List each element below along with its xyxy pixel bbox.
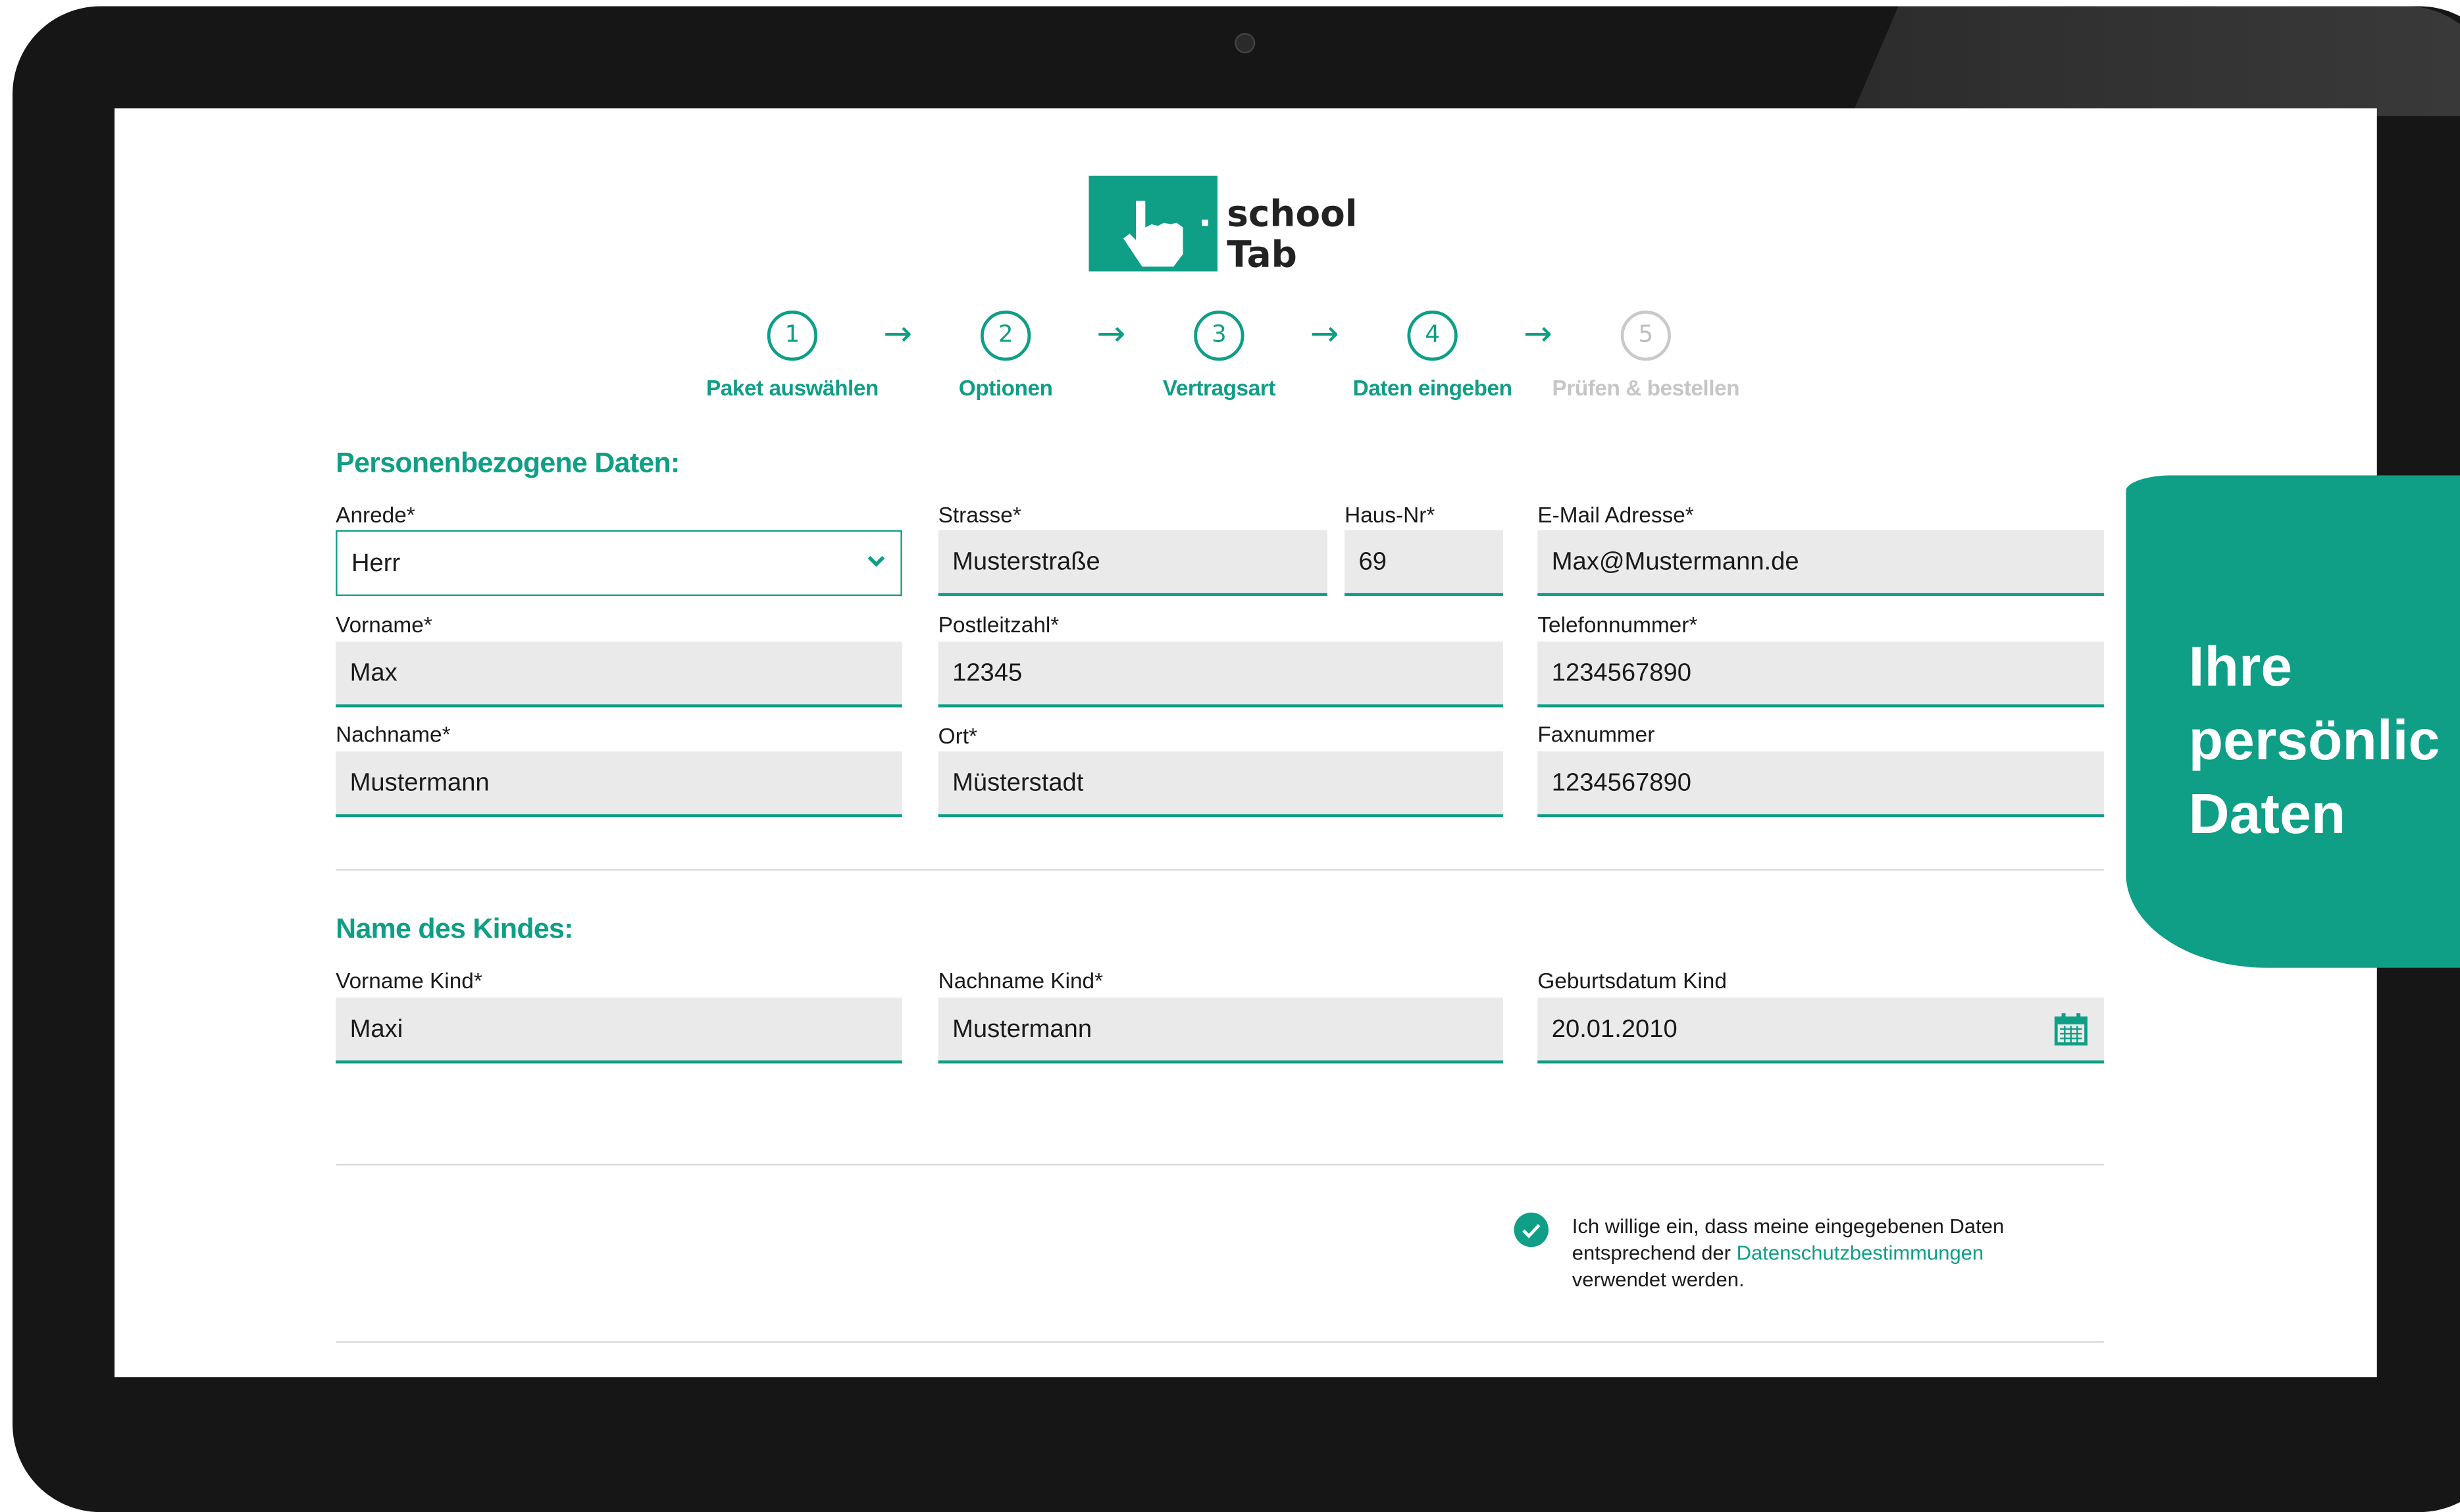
plz-label: Postleitzahl* <box>938 611 1060 637</box>
step-1[interactable]: 1 Paket auswählen <box>682 311 902 400</box>
section-divider <box>336 869 2104 871</box>
step-5-number: 5 <box>1620 311 1671 361</box>
geburtsdatum-input[interactable]: 20.01.2010 <box>1537 997 2104 1064</box>
vorname-label: Vorname* <box>336 611 432 637</box>
logo-line-2: Tab <box>1227 235 1297 276</box>
personal-data-heading: Personenbezogene Daten: <box>336 447 680 479</box>
strasse-input[interactable]: Musterstraße <box>938 530 1327 596</box>
step-5: 5 Prüfen & bestellen <box>1536 311 1756 400</box>
anrede-select[interactable]: Herr <box>336 530 902 596</box>
step-1-label: Paket auswählen <box>705 374 879 400</box>
hand-pointer-icon <box>1089 176 1217 272</box>
logo-wordmark: school Tab <box>1227 195 1357 276</box>
step-3-label: Vertragsart <box>1162 374 1275 400</box>
step-4-number: 4 <box>1407 311 1458 361</box>
stage: school Tab 1 Paket auswählen → 2 Optione… <box>0 0 2460 1512</box>
badge-text: Ihre persönlic Daten <box>2189 629 2440 850</box>
badge-line-1: Ihre <box>2188 634 2293 698</box>
schooltab-logo[interactable]: school Tab <box>1089 176 1358 276</box>
child-nachname-input[interactable]: Mustermann <box>938 997 1503 1064</box>
child-vorname-input[interactable]: Maxi <box>336 997 902 1064</box>
nachname-input[interactable]: Mustermann <box>336 751 902 818</box>
email-input[interactable]: Max@Mustermann.de <box>1537 530 2104 596</box>
section-divider <box>336 1341 2104 1343</box>
step-3-number: 3 <box>1194 311 1244 361</box>
consent-text: Ich willige ein, dass meine eingegebenen… <box>1572 1213 2074 1293</box>
consent-checkbox[interactable] <box>1514 1212 1549 1247</box>
calendar-icon[interactable] <box>2054 1012 2088 1046</box>
strasse-label: Strasse* <box>938 501 1021 528</box>
anrede-value: Herr <box>351 550 401 578</box>
badge-line-3: Daten <box>2188 781 2346 845</box>
child-nachname-label: Nachname Kind* <box>938 967 1104 994</box>
ort-input[interactable]: Müsterstadt <box>938 751 1503 818</box>
fax-label: Faxnummer <box>1537 721 1655 747</box>
nachname-label: Nachname* <box>336 721 451 747</box>
step-5-label: Prüfen & bestellen <box>1552 374 1740 400</box>
step-2-label: Optionen <box>958 374 1053 400</box>
hausnr-input[interactable]: 69 <box>1345 530 1503 596</box>
step-2[interactable]: 2 Optionen <box>896 311 1115 400</box>
telefon-label: Telefonnummer* <box>1537 611 1698 637</box>
personal-data-badge: Ihre persönlic Daten <box>2126 475 2460 968</box>
logo-line-1: school <box>1227 194 1358 236</box>
email-label: E-Mail Adresse* <box>1537 501 1694 528</box>
fax-input[interactable]: 1234567890 <box>1537 751 2104 818</box>
ort-label: Ort* <box>938 723 977 749</box>
hausnr-label: Haus-Nr* <box>1345 501 1435 528</box>
step-2-number: 2 <box>981 311 1031 361</box>
geburtsdatum-label: Geburtsdatum Kind <box>1537 967 1727 994</box>
step-4-label: Daten eingeben <box>1352 374 1512 400</box>
plz-input[interactable]: 12345 <box>938 642 1503 708</box>
vorname-input[interactable]: Max <box>336 642 902 708</box>
checkmark-icon <box>1522 1224 1541 1239</box>
step-4[interactable]: 4 Daten eingeben <box>1323 311 1543 400</box>
child-name-heading: Name des Kindes: <box>336 913 573 945</box>
step-1-number: 1 <box>767 311 818 361</box>
anrede-label: Anrede* <box>336 501 415 528</box>
camera-icon <box>1235 33 1256 54</box>
privacy-policy-link[interactable]: Datenschutzbestimmungen <box>1737 1241 1984 1265</box>
tablet-glare <box>1851 6 2460 116</box>
badge-line-2: persönlic <box>2188 707 2440 772</box>
step-3[interactable]: 3 Vertragsart <box>1109 311 1329 400</box>
child-vorname-label: Vorname Kind* <box>336 967 482 994</box>
section-divider <box>336 1163 2104 1166</box>
chevron-down-icon <box>867 555 885 567</box>
consent-text-after: verwendet werden. <box>1572 1267 1745 1292</box>
telefon-input[interactable]: 1234567890 <box>1537 642 2104 708</box>
tablet-screen <box>115 108 2377 1378</box>
geburtsdatum-value: 20.01.2010 <box>1551 1016 1678 1044</box>
